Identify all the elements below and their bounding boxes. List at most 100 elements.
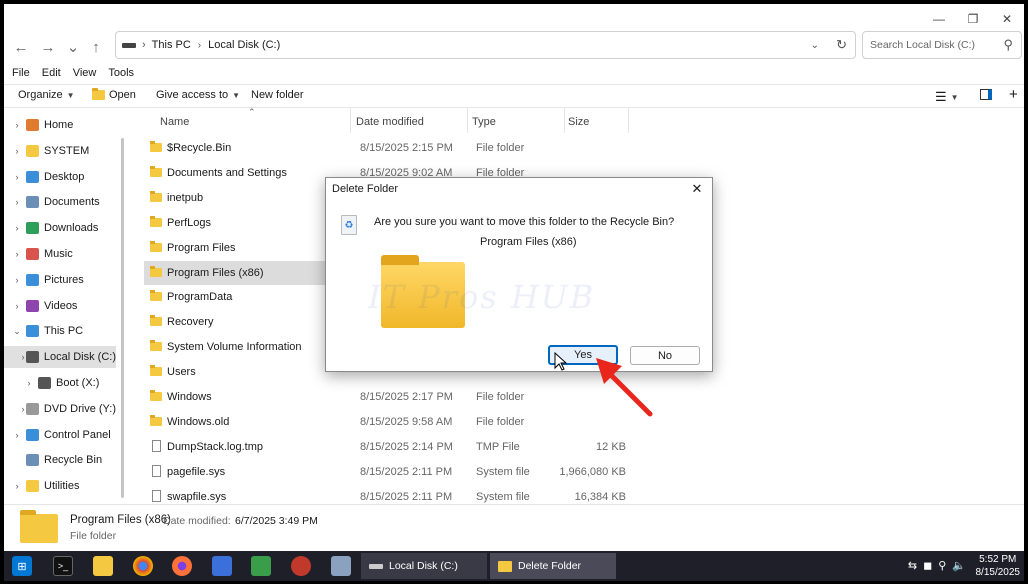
sidebar-item[interactable]: › Videos (4, 295, 116, 317)
expand-chevron-icon[interactable]: › (8, 172, 26, 182)
expand-chevron-icon[interactable]: › (8, 275, 26, 285)
breadcrumb-local-disk[interactable]: Local Disk (C:) (208, 39, 280, 51)
column-size[interactable]: Size (568, 116, 589, 128)
new-folder-button[interactable]: New folder (251, 89, 304, 101)
expand-chevron-icon[interactable]: › (8, 120, 26, 130)
folder-icon (150, 414, 162, 426)
sidebar-item[interactable]: › Downloads (4, 217, 116, 239)
column-headers: Name ⌃ Date modified Type Size (128, 107, 1024, 133)
sidebar-item[interactable]: ⌄ This PC (4, 320, 116, 342)
volume-icon[interactable]: 🔈 (952, 559, 966, 572)
expand-chevron-icon[interactable]: › (8, 146, 26, 156)
close-button[interactable]: ✕ (990, 8, 1024, 30)
preview-pane-icon[interactable] (980, 89, 992, 100)
sidebar-scrollbar[interactable] (121, 138, 124, 498)
file-row[interactable]: Windows.old 8/15/2025 9:58 AM File folder (144, 410, 624, 434)
search-input[interactable]: Search Local Disk (C:) ⚲ (862, 31, 1022, 59)
disk-tool-icon[interactable] (291, 556, 311, 576)
file-row[interactable]: Windows 8/15/2025 2:17 PM File folder (144, 385, 624, 409)
menu-tools[interactable]: Tools (108, 67, 134, 83)
sidebar-item[interactable]: › Documents (4, 191, 116, 213)
file-size: 12 KB (596, 440, 626, 453)
column-type[interactable]: Type (472, 116, 496, 128)
expand-chevron-icon[interactable]: › (8, 430, 26, 440)
sidebar-item[interactable]: › Home (4, 114, 116, 136)
add-icon[interactable]: + (1009, 86, 1018, 103)
file-row[interactable]: $Recycle.Bin 8/15/2025 2:15 PM File folder (144, 136, 624, 160)
task-delete-folder[interactable]: Delete Folder (490, 553, 616, 579)
nav-icon (25, 351, 39, 364)
navigation-pane: › Home › SYSTEM › Desktop › Documents › Downloads… (4, 108, 124, 504)
back-button[interactable]: ← (10, 36, 32, 58)
sidebar-item[interactable]: › Utilities (4, 475, 116, 497)
column-date[interactable]: Date modified (356, 116, 424, 128)
nav-icon (25, 402, 39, 415)
forward-button[interactable]: → (37, 36, 59, 58)
file-type: File folder (476, 391, 525, 403)
recent-locations-button[interactable]: ⌄ (62, 36, 84, 58)
sidebar-item-label: DVD Drive (Y:) (43, 402, 116, 415)
expand-chevron-icon[interactable]: › (20, 378, 38, 388)
expand-chevron-icon[interactable]: › (20, 404, 26, 414)
search-icon: ⚲ (1003, 37, 1013, 52)
view-options-icon[interactable]: ☰ ▼ (935, 89, 959, 105)
expand-chevron-icon[interactable]: ⌄ (8, 326, 26, 337)
task-local-disk[interactable]: Local Disk (C:) (361, 553, 487, 579)
menu-edit[interactable]: Edit (42, 67, 61, 83)
sidebar-item[interactable]: › Control Panel (4, 424, 116, 446)
expand-chevron-icon[interactable]: › (20, 352, 26, 362)
menu-view[interactable]: View (73, 67, 97, 83)
expand-chevron-icon[interactable]: › (8, 197, 26, 207)
notepad-icon[interactable] (212, 556, 232, 576)
terminal-icon[interactable]: >_ (53, 556, 73, 576)
expand-chevron-icon[interactable]: › (8, 223, 26, 233)
file-name: pagefile.sys (167, 465, 226, 478)
menu-file[interactable]: File (12, 67, 30, 83)
firefox-icon[interactable] (172, 556, 192, 576)
breadcrumb-separator: › (142, 39, 146, 51)
chevron-down-icon: ▼ (950, 92, 959, 102)
breadcrumb-this-pc[interactable]: This PC (152, 39, 191, 51)
sidebar-item[interactable]: › Music (4, 243, 116, 265)
sidebar-item[interactable]: Recycle Bin (4, 449, 116, 471)
up-button[interactable]: ↑ (85, 36, 107, 58)
nav-icon (26, 480, 39, 493)
address-bar[interactable]: › This PC › Local Disk (C:) ⌄ ↻ (115, 31, 856, 59)
dialog-close-icon[interactable]: ✕ (688, 180, 706, 198)
file-explorer-icon[interactable] (93, 556, 113, 576)
column-name[interactable]: Name (160, 116, 189, 128)
organize-button[interactable]: Organize ▼ (18, 89, 75, 101)
sidebar-item[interactable]: › Pictures (4, 269, 116, 291)
open-button[interactable]: Open (92, 88, 136, 101)
folder-icon (150, 165, 162, 177)
file-row[interactable]: pagefile.sys 8/15/2025 2:11 PM System file… (144, 460, 626, 484)
expand-chevron-icon[interactable]: › (8, 481, 26, 491)
clock[interactable]: 5:52 PM 8/15/2025 (976, 553, 1021, 579)
expand-chevron-icon[interactable]: › (8, 249, 26, 259)
minimize-button[interactable]: — (922, 8, 956, 30)
sidebar-item[interactable]: › DVD Drive (Y:) (4, 398, 116, 420)
start-icon[interactable]: ⊞ (12, 556, 32, 576)
usb-icon[interactable]: ⚲ (938, 559, 946, 572)
dialog-title-bar: Delete Folder ✕ (326, 178, 712, 200)
maximize-button[interactable]: ❐ (956, 8, 990, 30)
folder-icon (150, 141, 162, 152)
sidebar-item[interactable]: › Local Disk (C:) (4, 346, 116, 369)
refresh-icon[interactable]: ↻ (836, 37, 847, 53)
network-icon[interactable]: ⇆ (908, 559, 917, 572)
give-access-button[interactable]: Give access to ▼ (156, 89, 240, 101)
sidebar-item[interactable]: › SYSTEM (4, 140, 116, 162)
file-type: System file (476, 465, 530, 478)
calculator-icon[interactable] (331, 556, 351, 576)
file-row[interactable]: DumpStack.log.tmp 8/15/2025 2:14 PM TMP Fi… (144, 435, 626, 459)
chrome-icon[interactable] (133, 556, 153, 576)
expand-chevron-icon[interactable]: › (8, 301, 26, 311)
sidebar-item[interactable]: › Boot (X:) (4, 372, 116, 394)
file-name: Windows.old (167, 415, 230, 428)
registry-icon[interactable] (251, 556, 271, 576)
address-history-chevron-icon[interactable]: ⌄ (811, 40, 819, 51)
app-tray-icon[interactable]: ◼ (923, 559, 932, 572)
sidebar-item-label: Control Panel (44, 428, 111, 441)
sidebar-item[interactable]: › Desktop (4, 166, 116, 188)
folder-icon (498, 560, 512, 572)
